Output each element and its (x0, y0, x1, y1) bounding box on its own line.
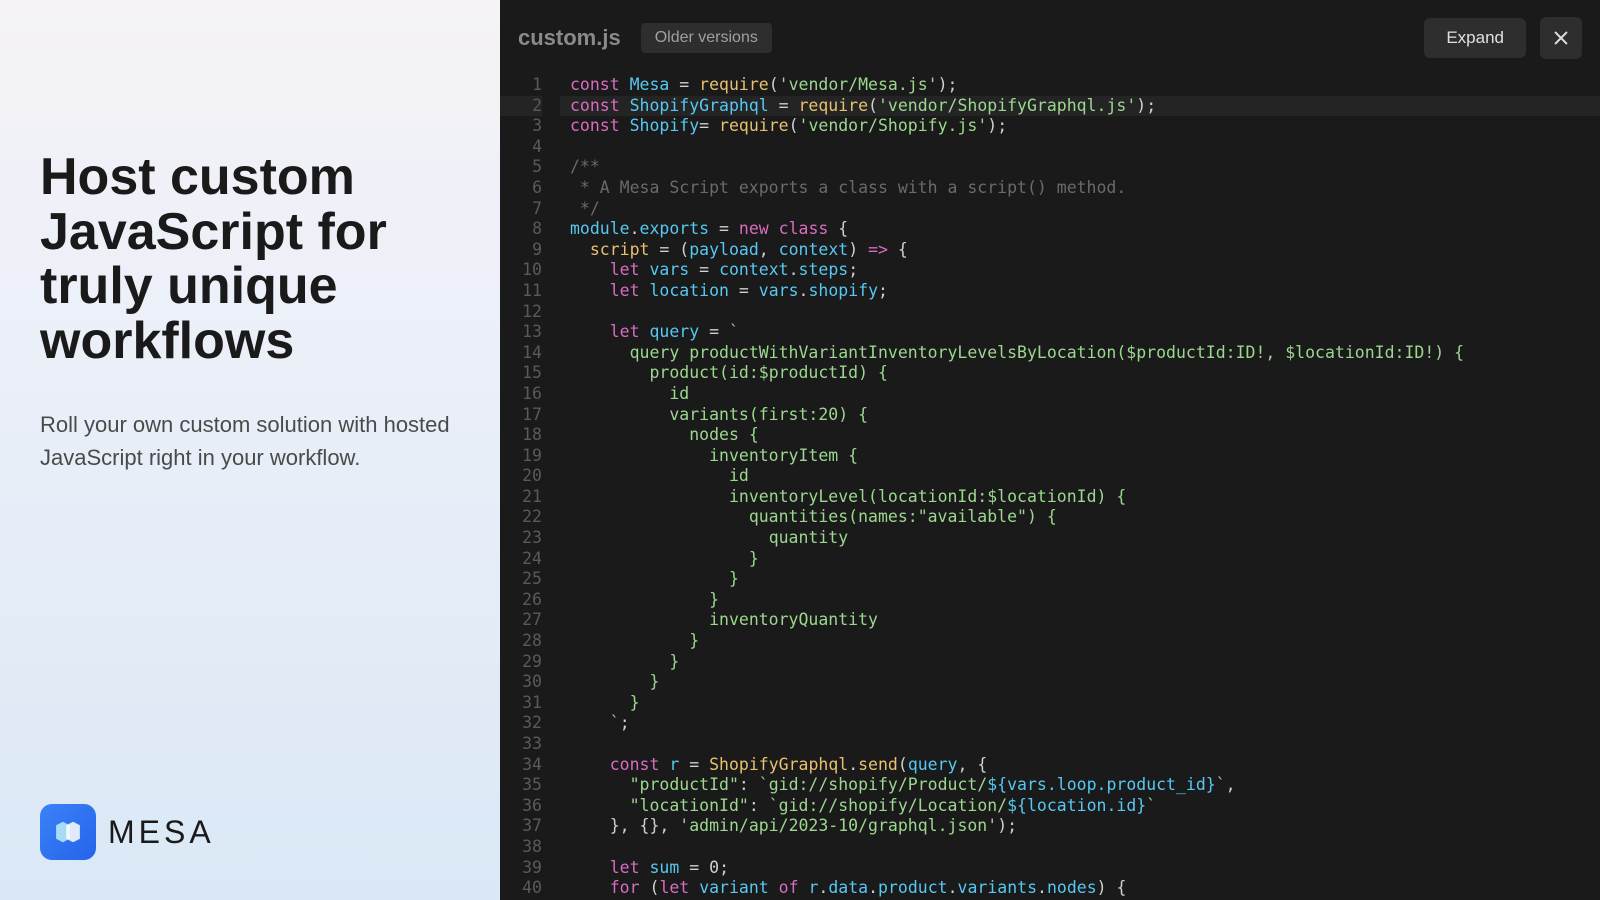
older-versions-button[interactable]: Older versions (641, 23, 772, 53)
description: Roll your own custom solution with hoste… (40, 408, 450, 474)
line-number-gutter: 1234567891011121314151617181920212223242… (500, 75, 560, 900)
close-icon (1552, 29, 1570, 47)
close-button[interactable] (1540, 17, 1582, 59)
logo: MESA (40, 804, 215, 860)
logo-text: MESA (108, 814, 215, 851)
code-content[interactable]: const Mesa = require('vendor/Mesa.js');c… (560, 75, 1600, 900)
code-area[interactable]: 1234567891011121314151617181920212223242… (500, 75, 1600, 900)
mesa-logo-icon (40, 804, 96, 860)
expand-button[interactable]: Expand (1424, 18, 1526, 58)
editor-header: custom.js Older versions Expand (500, 0, 1600, 75)
code-editor-panel: custom.js Older versions Expand 12345678… (500, 0, 1600, 900)
filename: custom.js (518, 25, 621, 51)
marketing-sidebar: Host custom JavaScript for truly unique … (0, 0, 500, 900)
headline: Host custom JavaScript for truly unique … (40, 150, 450, 368)
